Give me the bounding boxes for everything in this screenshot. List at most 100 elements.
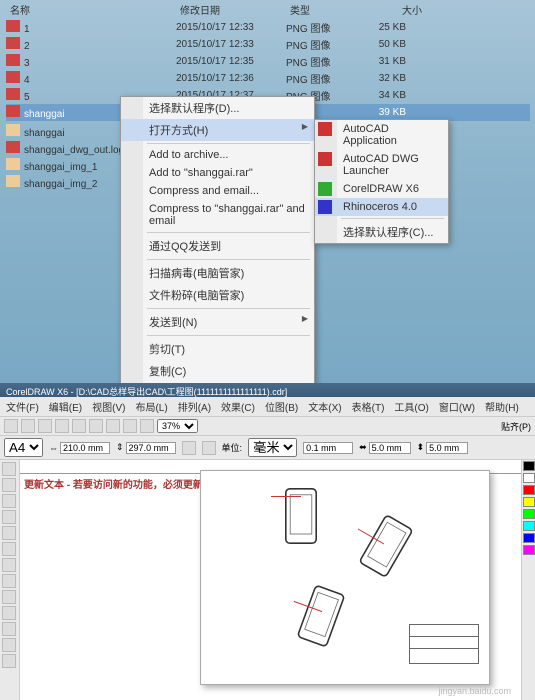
save-icon[interactable] [38, 419, 52, 433]
menu-item[interactable]: 排列(A) [178, 399, 211, 414]
print-icon[interactable] [55, 419, 69, 433]
crop-tool-icon[interactable] [2, 494, 16, 508]
height-input[interactable] [126, 442, 176, 454]
app-menu-item[interactable]: Rhinoceros 4.0 [315, 198, 448, 216]
drawing-object[interactable] [358, 514, 414, 578]
standard-toolbar[interactable]: 37% 贴齐(P) [0, 417, 535, 436]
zoom-select[interactable]: 37% [157, 419, 198, 433]
portrait-icon[interactable] [182, 441, 196, 455]
col-date[interactable]: 修改日期 [176, 2, 286, 17]
window-title: CorelDRAW X6 - [D:\CAD总样导出CAD\工程图(111111… [0, 383, 535, 397]
zoom-tool-icon[interactable] [2, 510, 16, 524]
file-row[interactable]: 32015/10/17 12:35PNG 图像31 KB [6, 53, 530, 70]
dupx-input[interactable] [369, 442, 411, 454]
file-row[interactable]: 22015/10/17 12:33PNG 图像50 KB [6, 36, 530, 53]
context-menu[interactable]: 选择默认程序(D)...打开方式(H) Add to archive...Add … [120, 96, 315, 383]
app-menu-item[interactable]: AutoCAD DWG Launcher [315, 150, 448, 180]
file-explorer-window: 名称 修改日期 类型 大小 12015/10/17 12:33PNG 图像25 … [0, 0, 535, 383]
outline-tool-icon[interactable] [2, 654, 16, 668]
menu-item[interactable]: Compress and email... [121, 182, 314, 200]
menu-item[interactable]: 打开方式(H) [121, 119, 314, 141]
open-with-submenu[interactable]: AutoCAD ApplicationAutoCAD DWG LauncherC… [314, 119, 449, 244]
width-input[interactable] [60, 442, 110, 454]
text-tool-icon[interactable] [2, 590, 16, 604]
watermark: jingyan.baidu.com [438, 686, 511, 696]
menu-item[interactable]: 表格(T) [352, 399, 385, 414]
menu-item[interactable]: 文件粉碎(电脑管家) [121, 284, 314, 306]
menu-item[interactable]: 位图(B) [265, 399, 298, 414]
swatch-cyan[interactable] [523, 521, 535, 531]
drawing-object[interactable] [296, 584, 345, 648]
col-name[interactable]: 名称 [6, 2, 176, 17]
file-row[interactable]: 12015/10/17 12:33PNG 图像25 KB [6, 19, 530, 36]
swatch-red[interactable] [523, 485, 535, 495]
file-row[interactable]: 42015/10/17 12:36PNG 图像32 KB [6, 70, 530, 87]
col-size[interactable]: 大小 [356, 2, 426, 17]
unit-select[interactable]: 毫米 [248, 438, 297, 457]
paste-icon[interactable] [106, 419, 120, 433]
redo-icon[interactable] [140, 419, 154, 433]
fill-tool-icon[interactable] [2, 638, 16, 652]
copy-icon[interactable] [89, 419, 103, 433]
file-list-header: 名称 修改日期 类型 大小 [6, 0, 530, 19]
landscape-icon[interactable] [202, 441, 216, 455]
menu-item[interactable]: Add to "shanggai.rar" [121, 164, 314, 182]
drawing-canvas[interactable]: 更新文本 - 若要访问新的功能，必须更新文本。 jingyan.baidu.co… [20, 460, 521, 700]
menu-item[interactable]: 窗口(W) [439, 399, 475, 414]
menu-item[interactable]: Add to archive... [121, 146, 314, 164]
swatch-white[interactable] [523, 473, 535, 483]
app-menu-item[interactable]: AutoCAD Application [315, 120, 448, 150]
ellipse-tool-icon[interactable] [2, 558, 16, 572]
swatch-yellow[interactable] [523, 497, 535, 507]
menu-item[interactable]: 编辑(E) [49, 399, 82, 414]
app-icon [318, 200, 332, 214]
shape-tool-icon[interactable] [2, 478, 16, 492]
dupy-input[interactable] [426, 442, 468, 454]
property-bar[interactable]: A4 ⇔ ⇕ 单位: 毫米 ⬌ ⬍ [0, 436, 535, 460]
menu-item[interactable]: 剪切(T) [121, 338, 314, 360]
dimension-line [271, 496, 301, 497]
open-icon[interactable] [21, 419, 35, 433]
freehand-tool-icon[interactable] [2, 526, 16, 540]
color-palette[interactable] [521, 460, 535, 700]
unit-label: 单位: [222, 441, 243, 454]
table-tool-icon[interactable] [2, 606, 16, 620]
title-block [409, 624, 479, 664]
nudge-input[interactable] [303, 442, 353, 454]
coreldraw-window: CorelDRAW X6 - [D:\CAD总样导出CAD\工程图(111111… [0, 383, 535, 683]
swatch-blue[interactable] [523, 533, 535, 543]
app-icon [318, 182, 332, 196]
menu-item[interactable]: 效果(C) [221, 399, 255, 414]
swatch-magenta[interactable] [523, 545, 535, 555]
menu-item[interactable]: 发送到(N) [121, 311, 314, 333]
menu-item[interactable]: 布局(L) [135, 399, 167, 414]
width-icon: ⇔ [49, 443, 58, 453]
app-menu-item[interactable]: 选择默认程序(C)... [315, 221, 448, 243]
menu-bar[interactable]: 文件(F) 编辑(E) 视图(V) 布局(L) 排列(A) 效果(C) 位图(B) 文本(X)… [0, 397, 535, 417]
paper-select[interactable]: A4 [4, 438, 43, 457]
app-menu-item[interactable]: CorelDRAW X6 [315, 180, 448, 198]
polygon-tool-icon[interactable] [2, 574, 16, 588]
menu-item[interactable]: 复制(C) [121, 360, 314, 382]
undo-icon[interactable] [123, 419, 137, 433]
swatch-black[interactable] [523, 461, 535, 471]
menu-item[interactable]: 帮助(H) [485, 399, 519, 414]
snap-label[interactable]: 贴齐(P) [501, 420, 531, 433]
menu-item[interactable]: 工具(O) [394, 399, 428, 414]
dimension-tool-icon[interactable] [2, 622, 16, 636]
menu-item[interactable]: 视图(V) [92, 399, 125, 414]
menu-item[interactable]: 扫描病毒(电脑管家) [121, 262, 314, 284]
menu-item[interactable]: 通过QQ发送到 [121, 235, 314, 257]
height-icon: ⇕ [116, 442, 124, 453]
swatch-green[interactable] [523, 509, 535, 519]
menu-item[interactable]: 选择默认程序(D)... [121, 97, 314, 119]
cut-icon[interactable] [72, 419, 86, 433]
menu-item[interactable]: 文本(X) [308, 399, 341, 414]
col-type[interactable]: 类型 [286, 2, 356, 17]
menu-item[interactable]: Compress to "shanggai.rar" and email [121, 200, 314, 230]
new-icon[interactable] [4, 419, 18, 433]
menu-item[interactable]: 文件(F) [6, 399, 39, 414]
rectangle-tool-icon[interactable] [2, 542, 16, 556]
toolbox[interactable] [0, 460, 20, 700]
pick-tool-icon[interactable] [2, 462, 16, 476]
